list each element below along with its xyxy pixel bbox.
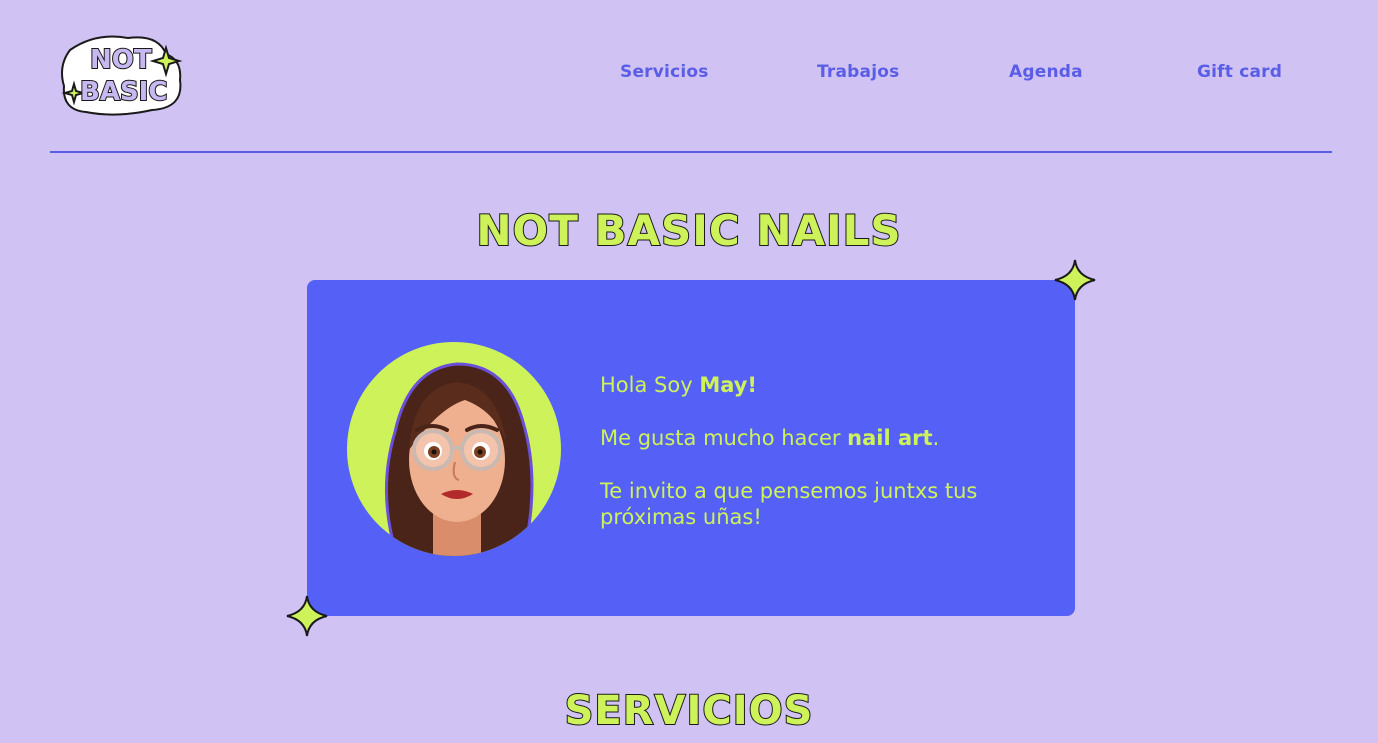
intro-line-1: Hola Soy May! (600, 372, 1020, 398)
page: NOT BASIC Servicios Trabajos Agenda Gift… (0, 0, 1378, 743)
header-divider (50, 151, 1332, 153)
intro-nail-art: nail art (847, 426, 933, 450)
logo[interactable]: NOT BASIC (56, 30, 188, 118)
intro-line-2: Me gusta mucho hacer nail art. (600, 425, 1020, 451)
nav-gift-card[interactable]: Gift card (1197, 62, 1282, 82)
page-title: NOT BASIC NAILS (475, 205, 902, 256)
services-title: SERVICIOS (564, 687, 814, 735)
nav-agenda[interactable]: Agenda (1009, 62, 1083, 82)
sparkle-icon (285, 594, 329, 638)
intro-line-3: Te invito a que pensemos juntxs tus próx… (600, 479, 978, 529)
logo-line-2: BASIC (80, 77, 167, 107)
sparkle-icon (1053, 258, 1097, 302)
intro-line-2-text: Me gusta mucho hacer (600, 426, 848, 450)
avatar (347, 342, 561, 556)
intro-text: Hola Soy May! Me gusta mucho hacer nail … (600, 372, 1020, 557)
logo-line-1: NOT (90, 45, 152, 75)
intro-name: May! (699, 373, 758, 397)
nav-servicios[interactable]: Servicios (620, 62, 709, 82)
intro-card: Hola Soy May! Me gusta mucho hacer nail … (307, 280, 1075, 616)
intro-greeting: Hola Soy (600, 373, 700, 397)
intro-line-2-suffix: . (932, 426, 940, 450)
nav-trabajos[interactable]: Trabajos (817, 62, 899, 82)
